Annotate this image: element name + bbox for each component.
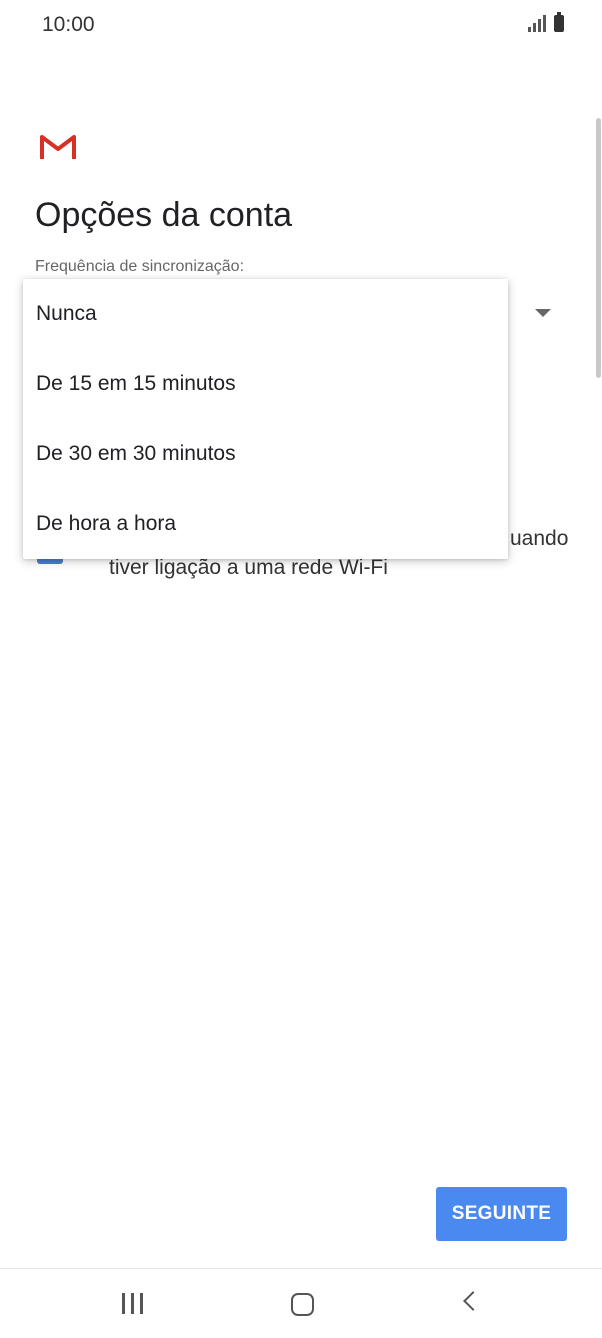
- battery-icon: [554, 12, 564, 32]
- home-icon[interactable]: [291, 1293, 314, 1316]
- menu-item-30-minutes[interactable]: De 30 em 30 minutos: [23, 419, 508, 489]
- sync-frequency-menu: Nunca De 15 em 15 minutos De 30 em 30 mi…: [23, 279, 508, 559]
- status-bar: 10:00: [0, 0, 602, 52]
- wifi-option-text-line2[interactable]: tiver ligação a uma rede Wi-Fi: [109, 556, 388, 580]
- menu-item-hourly[interactable]: De hora a hora: [23, 489, 508, 559]
- status-icons: [528, 12, 564, 32]
- page-title: Opções da conta: [35, 196, 293, 234]
- scrollbar[interactable]: [596, 118, 601, 378]
- dropdown-arrow-icon[interactable]: [535, 309, 551, 317]
- back-icon[interactable]: [463, 1291, 483, 1311]
- wifi-option-text-fragment: uando: [510, 527, 569, 550]
- navigation-bar: [0, 1268, 602, 1338]
- next-button[interactable]: SEGUINTE: [436, 1187, 567, 1241]
- status-time: 10:00: [42, 13, 95, 36]
- gmail-logo: [40, 135, 76, 159]
- signal-icon: [528, 14, 546, 32]
- menu-item-15-minutes[interactable]: De 15 em 15 minutos: [23, 349, 508, 419]
- sync-frequency-label: Frequência de sincronização:: [35, 258, 245, 275]
- menu-item-never[interactable]: Nunca: [23, 279, 508, 349]
- wifi-option-text-line1[interactable]: uando: [510, 527, 568, 551]
- recents-icon[interactable]: [122, 1293, 143, 1314]
